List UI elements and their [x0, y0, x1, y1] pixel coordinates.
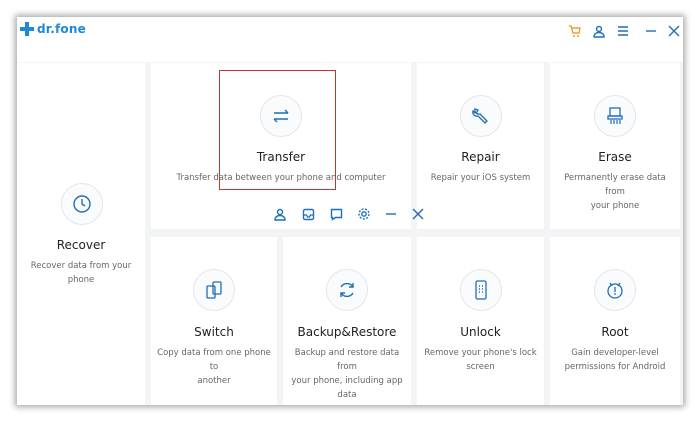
tile-title: Erase — [598, 150, 632, 164]
desc-line: Backup and restore data from — [294, 348, 400, 372]
title-bar: dr.fone — [17, 17, 683, 62]
plus-logo-icon — [20, 22, 34, 36]
desc-line: your phone — [590, 201, 640, 211]
desc-line: Copy data from one phone to — [157, 348, 271, 372]
tile-description: Copy data from one phone to another — [155, 346, 273, 388]
desc-line: Gain developer-level — [571, 348, 659, 358]
tile-repair[interactable]: Repair Repair your iOS system — [417, 63, 544, 229]
tile-description: Recover data from your phone — [30, 261, 132, 285]
shredder-icon — [594, 95, 636, 137]
desc-line: permissions for Android — [564, 362, 666, 372]
tile-switch[interactable]: Switch Copy data from one phone to anoth… — [151, 237, 277, 405]
minimize-icon[interactable] — [382, 205, 400, 223]
tile-description: Permanently erase data from your phone — [554, 171, 676, 213]
tile-root[interactable]: Root Gain developer-level permissions fo… — [550, 237, 680, 405]
tile-title: Recover — [56, 238, 106, 252]
cart-icon[interactable] — [566, 23, 584, 39]
tile-unlock[interactable]: Unlock Remove your phone's lock screen — [417, 237, 544, 405]
tile-title: Repair — [461, 150, 500, 164]
tile-title: Unlock — [460, 325, 501, 339]
app-logo: dr.fone — [20, 22, 86, 36]
tile-title: Backup&Restore — [297, 325, 397, 339]
transfer-arrows-icon — [260, 95, 302, 137]
desc-line: Remove your phone's lock — [424, 348, 537, 358]
tile-description: Repair your iOS system — [430, 173, 531, 183]
user-icon[interactable] — [590, 23, 608, 39]
tile-recover[interactable]: Recover Recover data from your phone — [17, 63, 145, 405]
phone-keypad-icon — [460, 269, 502, 311]
inbox-icon[interactable] — [299, 205, 317, 223]
clock-icon — [61, 183, 103, 225]
user-icon[interactable] — [271, 205, 289, 223]
tile-description: Backup and restore data from your phone,… — [287, 346, 407, 402]
minimize-icon[interactable] — [642, 23, 660, 39]
tile-erase[interactable]: Erase Permanently erase data from your p… — [550, 63, 680, 229]
desc-line: your phone, including app data — [291, 376, 403, 400]
settings-icon[interactable] — [355, 205, 373, 223]
desc-line: Permanently erase data from — [564, 173, 666, 197]
tile-backup-restore[interactable]: Backup&Restore Backup and restore data f… — [283, 237, 411, 405]
app-window: dr.fone Recover Recover data from your p… — [17, 17, 683, 405]
refresh-icon — [326, 269, 368, 311]
tile-title: Switch — [194, 325, 234, 339]
chat-icon[interactable] — [327, 205, 345, 223]
menu-icon[interactable] — [614, 23, 632, 39]
android-icon — [594, 269, 636, 311]
desc-line: screen — [466, 362, 495, 372]
tile-description: Remove your phone's lock screen — [421, 346, 540, 374]
app-title: dr.fone — [37, 22, 86, 36]
tile-title: Root — [601, 325, 629, 339]
close-icon[interactable] — [409, 205, 427, 223]
desc-line: another — [197, 376, 231, 386]
phone-switch-icon — [193, 269, 235, 311]
close-icon[interactable] — [665, 23, 683, 39]
tile-description: Gain developer-level permissions for And… — [554, 346, 676, 374]
wrench-icon — [460, 95, 502, 137]
tile-title: Transfer — [256, 150, 306, 164]
tile-description: Transfer data between your phone and com… — [176, 173, 386, 183]
